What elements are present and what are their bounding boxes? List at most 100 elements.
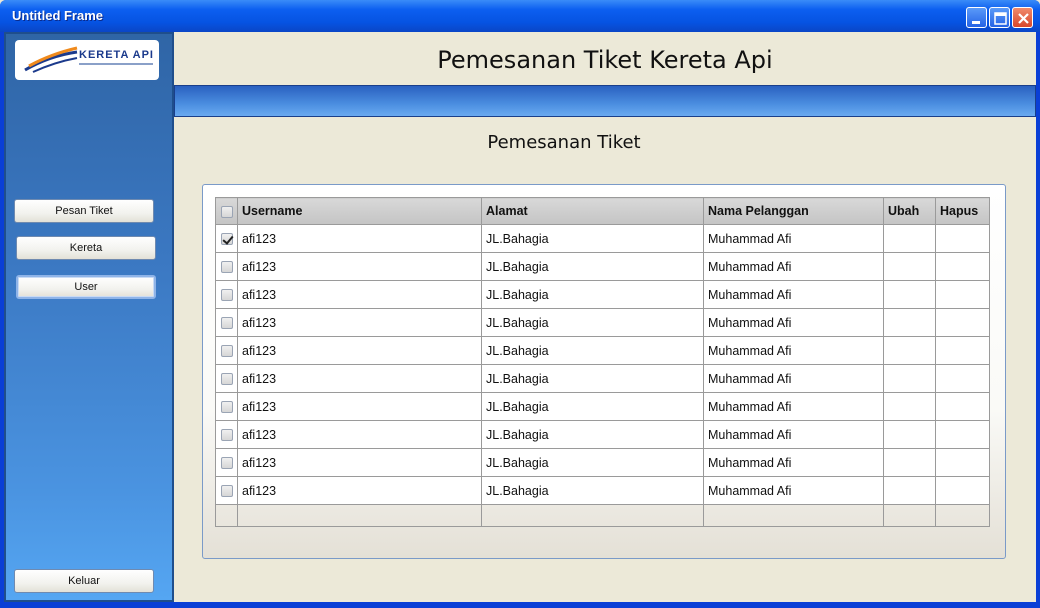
cell-hapus[interactable] <box>935 224 990 253</box>
row-checkbox[interactable] <box>220 373 233 386</box>
row-checkbox[interactable] <box>220 289 233 302</box>
column-header-alamat[interactable]: Alamat <box>481 197 704 225</box>
row-checkbox[interactable] <box>220 429 233 442</box>
minimize-icon <box>972 21 980 24</box>
cell-alamat[interactable]: JL.Bahagia <box>481 280 704 309</box>
row-select-cell[interactable] <box>215 476 238 505</box>
cell-alamat[interactable]: JL.Bahagia <box>481 336 704 365</box>
column-header-ubah[interactable]: Ubah <box>883 197 936 225</box>
cell-nama-pelanggan[interactable]: Muhammad Afi <box>703 252 884 281</box>
cell-nama-pelanggan[interactable]: Muhammad Afi <box>703 392 884 421</box>
row-checkbox[interactable] <box>220 401 233 414</box>
cell-hapus[interactable] <box>935 364 990 393</box>
cell-username[interactable]: afi123 <box>237 308 482 337</box>
cell-ubah[interactable] <box>883 420 936 449</box>
cell-alamat[interactable]: JL.Bahagia <box>481 448 704 477</box>
cell-ubah[interactable] <box>883 280 936 309</box>
cell-alamat[interactable]: JL.Bahagia <box>481 252 704 281</box>
row-select-cell[interactable] <box>215 308 238 337</box>
table-row[interactable]: afi123 JL.Bahagia Muhammad Afi <box>215 448 990 477</box>
kereta-button[interactable]: Kereta <box>16 236 156 260</box>
row-select-cell[interactable] <box>215 392 238 421</box>
table-row[interactable]: afi123 JL.Bahagia Muhammad Afi <box>215 364 990 393</box>
user-table: Username Alamat Nama Pelanggan Ubah Hapu… <box>215 197 990 527</box>
cell-username[interactable]: afi123 <box>237 336 482 365</box>
header-select-all[interactable] <box>215 197 238 225</box>
row-select-cell[interactable] <box>215 252 238 281</box>
cell-ubah[interactable] <box>883 476 936 505</box>
row-checkbox[interactable] <box>220 261 233 274</box>
close-button[interactable] <box>1012 7 1033 28</box>
logo-subtitle-line <box>79 63 153 65</box>
select-all-checkbox[interactable] <box>220 205 233 218</box>
cell-ubah[interactable] <box>883 336 936 365</box>
row-select-cell[interactable] <box>215 224 238 253</box>
row-select-cell[interactable] <box>215 448 238 477</box>
column-header-hapus[interactable]: Hapus <box>935 197 990 225</box>
cell-ubah[interactable] <box>883 224 936 253</box>
row-checkbox[interactable] <box>220 485 233 498</box>
minimize-button[interactable] <box>966 7 987 28</box>
cell-hapus[interactable] <box>935 476 990 505</box>
cell-nama-pelanggan[interactable]: Muhammad Afi <box>703 476 884 505</box>
cell-alamat[interactable]: JL.Bahagia <box>481 392 704 421</box>
table-row[interactable]: afi123 JL.Bahagia Muhammad Afi <box>215 476 990 505</box>
cell-ubah[interactable] <box>883 392 936 421</box>
cell-hapus[interactable] <box>935 252 990 281</box>
table-row[interactable]: afi123 JL.Bahagia Muhammad Afi <box>215 280 990 309</box>
cell-hapus[interactable] <box>935 420 990 449</box>
column-header-nama-pelanggan[interactable]: Nama Pelanggan <box>703 197 884 225</box>
cell-username[interactable]: afi123 <box>237 420 482 449</box>
cell-alamat[interactable]: JL.Bahagia <box>481 476 704 505</box>
table-row[interactable]: afi123 JL.Bahagia Muhammad Afi <box>215 252 990 281</box>
user-button[interactable]: User <box>16 275 156 299</box>
cell-hapus[interactable] <box>935 308 990 337</box>
cell-username[interactable]: afi123 <box>237 448 482 477</box>
keluar-button[interactable]: Keluar <box>14 569 154 593</box>
cell-hapus[interactable] <box>935 336 990 365</box>
cell-ubah[interactable] <box>883 448 936 477</box>
row-checkbox[interactable] <box>220 317 233 330</box>
row-select-cell[interactable] <box>215 280 238 309</box>
cell-username[interactable]: afi123 <box>237 364 482 393</box>
row-select-cell[interactable] <box>215 364 238 393</box>
row-select-cell[interactable] <box>215 336 238 365</box>
cell-nama-pelanggan[interactable]: Muhammad Afi <box>703 364 884 393</box>
row-checkbox[interactable] <box>220 345 233 358</box>
cell-username[interactable]: afi123 <box>237 252 482 281</box>
cell-username[interactable]: afi123 <box>237 476 482 505</box>
column-header-username[interactable]: Username <box>237 197 482 225</box>
cell-username[interactable]: afi123 <box>237 280 482 309</box>
cell-nama-pelanggan[interactable]: Muhammad Afi <box>703 448 884 477</box>
table-row[interactable]: afi123 JL.Bahagia Muhammad Afi <box>215 336 990 365</box>
table-row[interactable]: afi123 JL.Bahagia Muhammad Afi <box>215 308 990 337</box>
cell-alamat[interactable]: JL.Bahagia <box>481 420 704 449</box>
cell-ubah[interactable] <box>883 252 936 281</box>
empty-cell <box>237 504 482 527</box>
table-row[interactable]: afi123 JL.Bahagia Muhammad Afi <box>215 224 990 253</box>
cell-hapus[interactable] <box>935 392 990 421</box>
cell-username[interactable]: afi123 <box>237 392 482 421</box>
cell-hapus[interactable] <box>935 280 990 309</box>
row-checkbox[interactable] <box>220 457 233 470</box>
title-bar[interactable]: Untitled Frame <box>0 0 1040 32</box>
cell-nama-pelanggan[interactable]: Muhammad Afi <box>703 308 884 337</box>
cell-ubah[interactable] <box>883 308 936 337</box>
cell-ubah[interactable] <box>883 364 936 393</box>
cell-alamat[interactable]: JL.Bahagia <box>481 364 704 393</box>
row-select-cell[interactable] <box>215 420 238 449</box>
maximize-icon <box>994 12 1007 25</box>
maximize-button[interactable] <box>989 7 1010 28</box>
cell-alamat[interactable]: JL.Bahagia <box>481 308 704 337</box>
table-row[interactable]: afi123 JL.Bahagia Muhammad Afi <box>215 392 990 421</box>
table-row[interactable]: afi123 JL.Bahagia Muhammad Afi <box>215 420 990 449</box>
cell-nama-pelanggan[interactable]: Muhammad Afi <box>703 420 884 449</box>
cell-username[interactable]: afi123 <box>237 224 482 253</box>
cell-nama-pelanggan[interactable]: Muhammad Afi <box>703 280 884 309</box>
pesan-tiket-button[interactable]: Pesan Tiket <box>14 199 154 223</box>
row-checkbox[interactable] <box>220 233 233 246</box>
cell-alamat[interactable]: JL.Bahagia <box>481 224 704 253</box>
cell-hapus[interactable] <box>935 448 990 477</box>
cell-nama-pelanggan[interactable]: Muhammad Afi <box>703 224 884 253</box>
cell-nama-pelanggan[interactable]: Muhammad Afi <box>703 336 884 365</box>
